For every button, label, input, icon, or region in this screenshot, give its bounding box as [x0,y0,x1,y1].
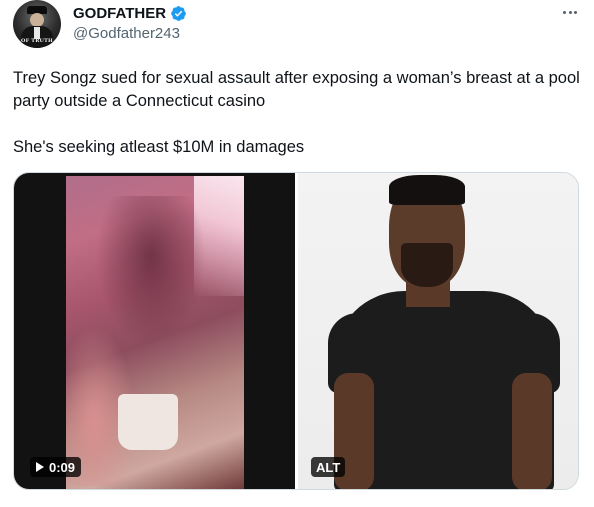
avatar-face [30,13,44,27]
tweet-text-line1: Trey Songz sued for sexual assault after… [13,69,585,110]
alt-label: ALT [316,459,341,475]
video-thumbnail[interactable] [14,173,295,489]
avatar[interactable]: OF TRUTH [13,0,61,48]
play-icon [36,462,44,472]
photo-arm-right [512,373,552,489]
tweet-text: Trey Songz sued for sexual assault after… [13,67,583,159]
photo-beard [401,243,453,287]
tweet-text-line2: She's seeking atleast $10M in damages [13,138,305,156]
tweet: OF TRUTH GODFATHER @Godfather243 Trey So… [0,0,594,507]
video-shadow [96,196,206,346]
author-handle[interactable]: @Godfather243 [73,25,180,42]
video-duration-badge[interactable]: 0:09 [30,457,82,477]
media-grid: 0:09 ALT [13,172,579,490]
author-name-row: GODFATHER [73,4,187,22]
verified-badge-icon[interactable] [170,5,187,22]
video-cup [118,394,178,450]
author-display-name[interactable]: GODFATHER [73,5,166,22]
photo-thumbnail[interactable] [298,173,578,489]
more-horizontal-icon[interactable] [560,4,580,20]
alt-text-button[interactable]: ALT [311,457,346,477]
more-dot [563,10,566,14]
avatar-caption: OF TRUTH [21,38,53,44]
photo-hair [389,175,465,205]
video-frame [66,176,244,489]
video-duration: 0:09 [49,459,76,475]
more-dot [574,10,577,14]
more-dot [568,10,572,14]
